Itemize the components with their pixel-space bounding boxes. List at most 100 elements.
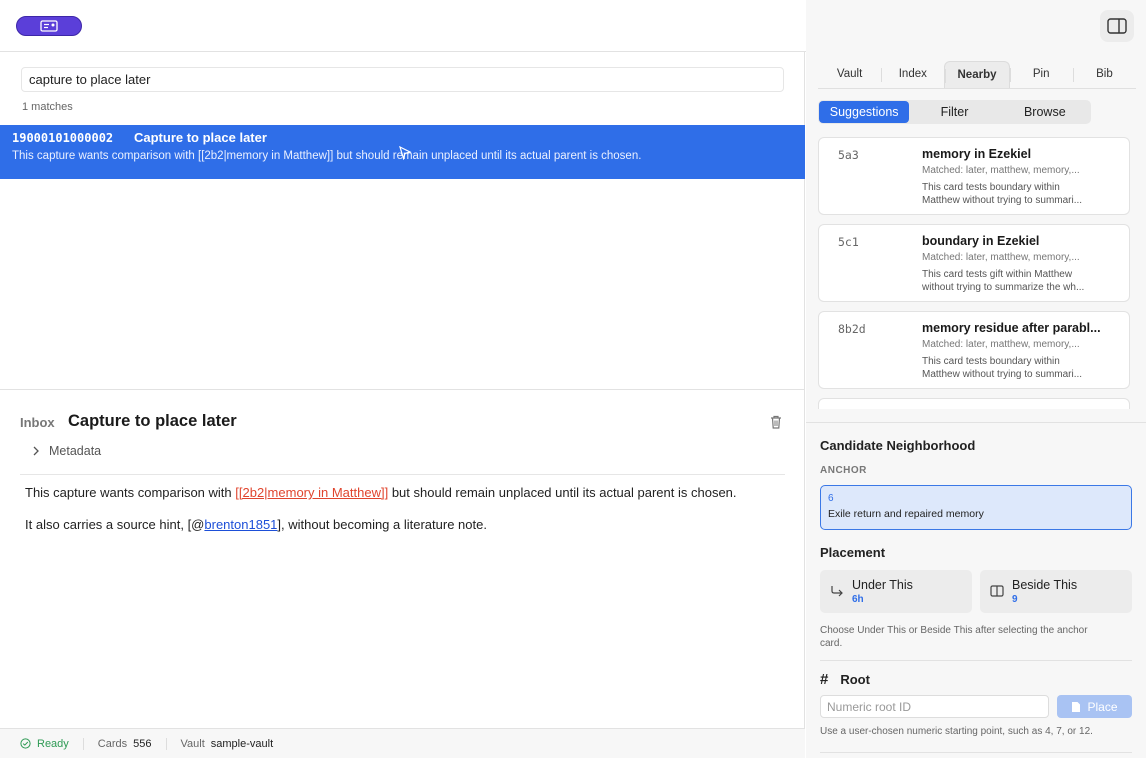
text: This capture wants comparison with [25, 485, 236, 500]
metadata-label: Metadata [49, 444, 102, 458]
text: It also carries a source hint, [@ [25, 517, 205, 532]
cards-count: 556 [133, 737, 152, 750]
metadata-toggle[interactable]: Metadata [32, 444, 101, 458]
card-id: 5a3 [838, 148, 859, 162]
beside-this-button[interactable]: Beside This 9 [980, 570, 1132, 613]
sidebar-icon [1107, 18, 1127, 34]
under-sub: 6h [852, 594, 864, 605]
vault-switch-button[interactable] [16, 16, 82, 36]
divider [820, 752, 1132, 753]
anchor-card[interactable]: 6 Exile return and repaired memory [820, 485, 1132, 530]
body-paragraph-1: This capture wants comparison with [[2b2… [25, 485, 737, 500]
card-desc: This card tests gift within Matthew witho… [922, 268, 1107, 294]
text: ], without becoming a literature note. [277, 517, 487, 532]
chevron-right-icon [33, 446, 39, 456]
arrow-turn-down-right-icon [831, 586, 843, 597]
card-matched: Matched: later, matthew, memory,... [922, 339, 1080, 350]
search-input[interactable]: capture to place later [21, 67, 784, 92]
suggestion-card[interactable]: 5c1 boundary in Ezekiel Matched: later, … [818, 224, 1130, 302]
place-label: Place [1087, 699, 1118, 714]
status-cards: Cards 556 [84, 737, 167, 750]
root-heading-label: Root [840, 672, 870, 687]
desc-line: without trying to summarize the wh... [922, 282, 1085, 293]
result-id: 19000101000002 [12, 131, 114, 145]
placement-heading: Placement [820, 545, 886, 560]
mouse-cursor-icon [399, 146, 412, 160]
ready-text: Ready [37, 737, 69, 750]
hash-icon: # [820, 671, 829, 688]
check-circle-icon [20, 738, 31, 749]
suggestion-card-partial[interactable] [818, 398, 1130, 409]
anchor-label: ANCHOR [820, 465, 867, 476]
anchor-id: 6 [828, 493, 834, 504]
divider [820, 660, 1132, 661]
anchor-title: Exile return and repaired memory [828, 508, 984, 520]
citation-link[interactable]: brenton1851 [204, 517, 277, 532]
suggestion-list: 5a3 memory in Ezekiel Matched: later, ma… [818, 137, 1130, 409]
desc-line: This card tests boundary within [922, 356, 1060, 367]
tab-nearby[interactable]: Nearby [944, 61, 1010, 88]
card-detail: Inbox Capture to place later Metadata Th… [0, 389, 805, 728]
sidebar-toggle-button[interactable] [1100, 10, 1134, 42]
card-title: memory residue after parabl... [922, 321, 1101, 335]
tab-index[interactable]: Index [881, 61, 944, 88]
card-id: 8b2d [838, 322, 866, 336]
trash-icon[interactable] [768, 414, 784, 430]
vault-label: Vault [180, 737, 205, 750]
match-count: 1 matches [22, 101, 73, 113]
id-card-icon [40, 20, 58, 32]
subtab-filter[interactable]: Filter [909, 101, 999, 123]
root-heading: # Root [820, 671, 870, 688]
beside-sub: 9 [1012, 594, 1018, 605]
main-pane: capture to place later 1 matches 1900010… [0, 52, 805, 728]
file-icon [1072, 701, 1081, 712]
suggestion-card[interactable]: 8b2d memory residue after parabl... Matc… [818, 311, 1130, 389]
columns-icon [990, 585, 1004, 597]
detail-kicker: Inbox [20, 415, 55, 430]
vault-name: sample-vault [210, 737, 274, 750]
root-id-input[interactable]: Numeric root ID [820, 695, 1049, 718]
subtab-suggestions[interactable]: Suggestions [819, 101, 910, 123]
result-title: Capture to place later [134, 130, 267, 145]
card-matched: Matched: later, matthew, memory,... [922, 252, 1080, 263]
subtab-browse[interactable]: Browse [1000, 101, 1090, 123]
divider [806, 422, 1146, 423]
divider [20, 474, 785, 475]
card-title: boundary in Ezekiel [922, 234, 1040, 248]
desc-line: Matthew without trying to summari... [922, 369, 1083, 380]
under-label: Under This [852, 578, 913, 592]
card-id: 5c1 [838, 235, 859, 249]
under-this-button[interactable]: Under This 6h [820, 570, 972, 613]
status-bar: Ready Cards 556 Vault sample-vault [0, 728, 805, 758]
text: but should remain unplaced until its act… [388, 485, 737, 500]
side-tabs: Vault Index Nearby Pin Bib [818, 61, 1136, 89]
desc-line: Matthew without trying to summari... [922, 195, 1083, 206]
card-title: memory in Ezekiel [922, 147, 1032, 161]
place-button[interactable]: Place [1057, 695, 1132, 718]
detail-title: Capture to place later [68, 412, 237, 430]
status-ready: Ready [20, 737, 84, 750]
card-desc: This card tests boundary within Matthew w… [922, 355, 1107, 381]
card-matched: Matched: later, matthew, memory,... [922, 165, 1080, 176]
nearby-subtabs: Suggestions Filter Browse [818, 100, 1091, 124]
card-desc: This card tests boundary within Matthew w… [922, 181, 1107, 207]
top-bar [0, 0, 1146, 52]
suggestion-card[interactable]: 5a3 memory in Ezekiel Matched: later, ma… [818, 137, 1130, 215]
result-snippet: This capture wants comparison with [[2b2… [12, 150, 642, 162]
search-result-row[interactable]: 19000101000002 Capture to place later Th… [0, 125, 805, 179]
top-right-area [806, 0, 1146, 52]
side-panel: Vault Index Nearby Pin Bib Suggestions F… [806, 52, 1146, 758]
beside-label: Beside This [1012, 578, 1078, 592]
cards-label: Cards [97, 737, 128, 750]
tab-vault[interactable]: Vault [818, 61, 881, 88]
tab-pin[interactable]: Pin [1009, 61, 1073, 88]
status-vault: Vault sample-vault [167, 738, 288, 750]
root-help: Use a user-chosen numeric starting point… [820, 726, 1093, 737]
body-paragraph-2: It also carries a source hint, [@brenton… [25, 517, 487, 532]
neighborhood-heading: Candidate Neighborhood [820, 438, 976, 453]
placement-help: Choose Under This or Beside This after s… [820, 625, 1088, 649]
desc-line: This card tests boundary within [922, 182, 1060, 193]
desc-line: This card tests gift within Matthew [922, 269, 1073, 280]
wiki-link[interactable]: [[2b2|memory in Matthew]] [235, 485, 388, 500]
tab-bib[interactable]: Bib [1072, 61, 1136, 88]
